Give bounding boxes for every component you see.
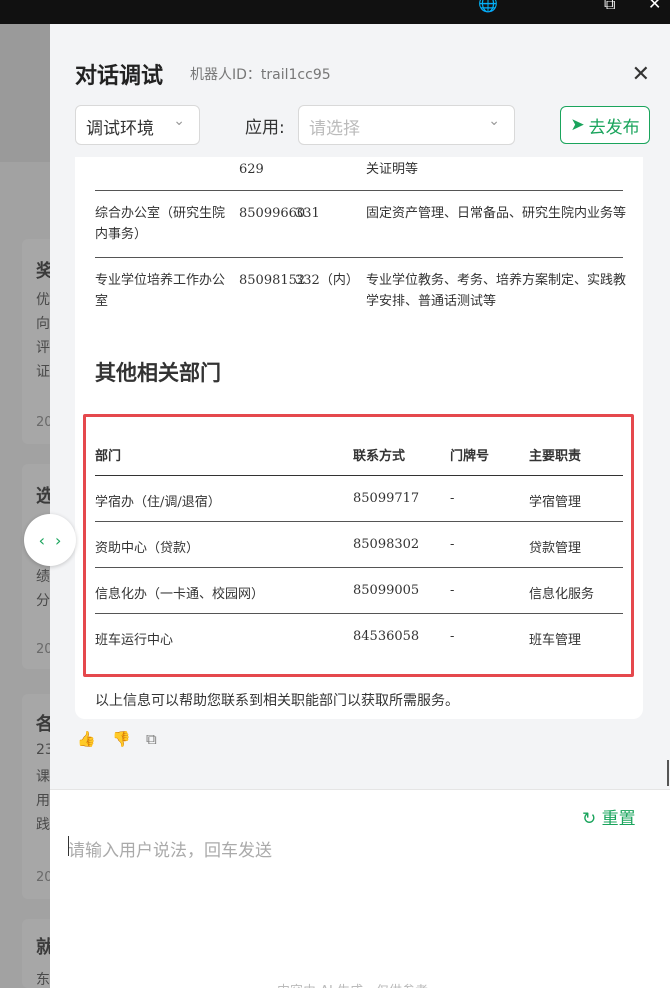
reset-button[interactable]: ↻ 重置 [582, 804, 636, 829]
app-select-placeholder: 请选择 [309, 119, 360, 139]
table-divider [95, 613, 623, 614]
table-divider [95, 521, 623, 522]
table-cell: - [450, 629, 455, 644]
table-header: 部门 [95, 449, 122, 464]
table-header: 联系方式 [353, 449, 406, 464]
table-cell: 关证明等 [366, 162, 419, 177]
table-cell: 固定资产管理、日常备品、研究生院内业务等 [366, 206, 627, 221]
table-cell: 85099005 [353, 583, 420, 598]
table-divider [95, 190, 623, 191]
debug-panel: 对话调试 机器人ID：trail1cc95 ✕ 调试环境 ⌄ 应用: 请选择 ⌄… [50, 24, 670, 988]
panel-header: 对话调试 机器人ID：trail1cc95 ✕ 调试环境 ⌄ 应用: 请选择 ⌄… [50, 24, 670, 157]
publish-button[interactable]: ➤ 去发布 [560, 106, 650, 144]
table-cell: 班车运行中心 [95, 633, 174, 648]
table-cell: 85099717 [353, 491, 420, 506]
reset-label: 重置 [601, 809, 636, 829]
chevron-right-icon[interactable]: › [55, 531, 61, 550]
table-cell: 85098152 [239, 273, 306, 288]
card-line: 践 [36, 817, 50, 833]
app-label: 应用: [245, 118, 285, 138]
background-card-1: 奖 优 向 评 证 20 [22, 239, 54, 444]
chevron-down-icon: ⌄ [488, 113, 500, 129]
title-bar: 🌐 ⧉ ✕ [0, 0, 670, 24]
thumbs-up-icon[interactable]: 👍 [77, 730, 96, 748]
globe-icon[interactable]: 🌐 [478, 0, 498, 13]
background-page: 奖 优 向 评 证 20 选 绩 分 20 各 23 课 用 践 20 就 东 [0, 24, 54, 988]
close-icon[interactable]: ✕ [632, 62, 650, 87]
background-card-3: 各 23 课 用 践 20 [22, 694, 54, 899]
table-cell: 学宿办（住/调/退宿） [95, 495, 221, 510]
table-cell: 84536058 [353, 629, 420, 644]
env-select[interactable]: 调试环境 ⌄ [75, 105, 200, 145]
app-select[interactable]: 请选择 ⌄ [298, 105, 515, 145]
message-card: 629 关证明等 综合办公室（研究生院内事务） 85099660 331 固定资… [75, 157, 643, 719]
chevron-down-icon: ⌄ [173, 113, 185, 129]
text-caret [68, 836, 69, 856]
table-cell: 学宿管理 [529, 495, 582, 510]
chevron-left-icon[interactable]: ‹ [39, 531, 45, 550]
section-title: 其他相关部门 [95, 361, 221, 385]
table-cell: 629 [239, 162, 264, 177]
card-line: 证 [36, 364, 50, 380]
card-line: 优 [36, 292, 50, 308]
table-divider [95, 567, 623, 568]
table-header: 门牌号 [450, 449, 490, 464]
table-cell: 信息化办（一卡通、校园网） [95, 587, 265, 602]
background-card-4: 就 东 [22, 919, 54, 988]
carousel-nav-button[interactable]: ‹ › [24, 514, 76, 566]
table-cell: 85099660 [239, 206, 306, 221]
table-cell: 贷款管理 [529, 541, 582, 556]
table-divider [95, 475, 623, 476]
bot-id: 机器人ID：trail1cc95 [190, 67, 331, 83]
table-cell: 专业学位培养工作办公室 [95, 273, 226, 309]
table-cell: 资助中心（贷款） [95, 541, 200, 556]
message-input[interactable]: 请输入用户说法，回车发送 [68, 836, 272, 861]
card-line: 向 [36, 316, 50, 332]
table-cell: 85098302 [353, 537, 420, 552]
card-line: 分 [36, 593, 50, 609]
table-cell: 班车管理 [529, 633, 582, 648]
card-line: 评 [36, 340, 50, 356]
ai-disclaimer: 内容由 AI 生成，仅供参考 [277, 980, 428, 988]
card-line: 绩 [36, 569, 50, 585]
input-area: ↻ 重置 请输入用户说法，回车发送 内容由 AI 生成，仅供参考 [50, 789, 670, 988]
scrollbar[interactable] [667, 760, 669, 786]
table-cell: - [450, 491, 455, 506]
table-divider [95, 257, 623, 258]
table-cell: - [450, 583, 455, 598]
table-cell: 332（内） [295, 273, 359, 288]
env-select-value: 调试环境 [86, 119, 154, 139]
table-cell: 综合办公室（研究生院内事务） [95, 206, 226, 242]
card-line: 用 [36, 793, 50, 809]
card-line: 课 [36, 769, 50, 785]
table-cell: 信息化服务 [529, 587, 595, 602]
thumbs-down-icon[interactable]: 👎 [112, 730, 131, 748]
table-cell: 331 [295, 206, 320, 221]
card-line: 东 [36, 972, 50, 988]
table-cell: - [450, 537, 455, 552]
table-cell: 专业学位教务、考务、培养方案制定、实践教学安排、普通话测试等 [366, 273, 627, 309]
send-icon: ➤ [570, 115, 585, 135]
publish-label: 去发布 [588, 117, 640, 138]
close-icon[interactable]: ✕ [648, 0, 661, 13]
summary-text: 以上信息可以帮助您联系到相关职能部门以获取所需服务。 [95, 693, 459, 709]
copy-icon[interactable]: ⧉ [146, 730, 157, 748]
external-window-icon[interactable]: ⧉ [604, 0, 615, 14]
refresh-icon: ↻ [582, 809, 597, 829]
table-header: 主要职责 [529, 449, 582, 464]
background-card-2: 选 绩 分 20 [22, 464, 54, 669]
panel-title: 对话调试 [75, 64, 164, 89]
